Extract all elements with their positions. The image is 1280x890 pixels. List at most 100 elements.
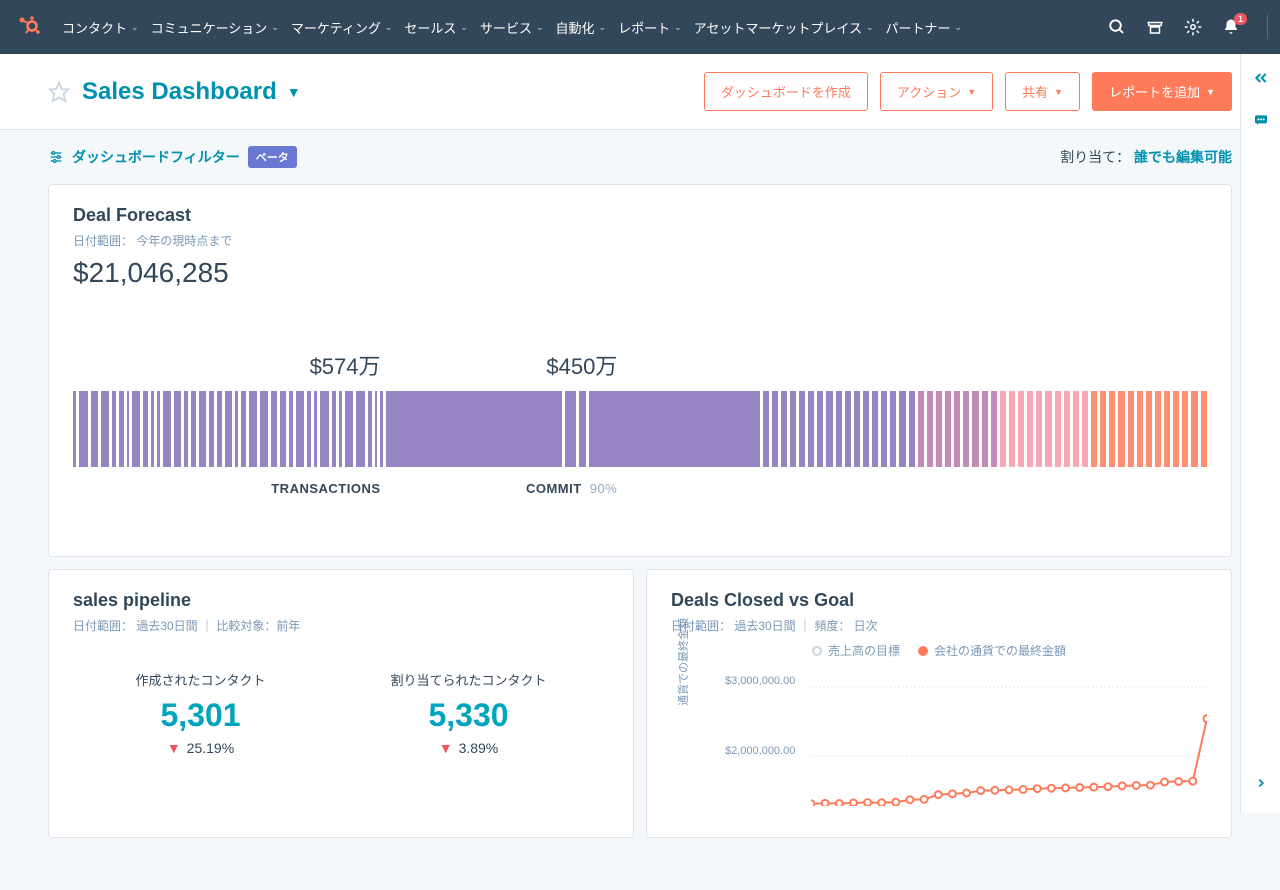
chart-tick: $2,000,000.00	[725, 745, 795, 757]
nav-item-label: レポート	[618, 18, 670, 37]
chevron-down-icon: ▼	[287, 84, 301, 100]
page-title-text: Sales Dashboard	[82, 78, 277, 106]
chevron-down-icon: ⌄	[955, 22, 963, 33]
nav-item-label: コンタクト	[62, 18, 127, 37]
segment1-label: TRANSACTIONS	[73, 481, 391, 496]
legend-dot-icon	[812, 646, 822, 656]
card-title: sales pipeline	[73, 590, 609, 611]
chevron-down-icon: ⌄	[599, 22, 607, 33]
settings-icon[interactable]	[1183, 17, 1203, 37]
down-arrow-icon: ▼	[167, 740, 181, 756]
sales-pipeline-card: sales pipeline 日付範囲： 過去30日間 ｜ 比較対象：前年 作成…	[48, 569, 634, 838]
share-button[interactable]: 共有 ▼	[1005, 72, 1080, 111]
hubspot-logo[interactable]	[12, 11, 44, 43]
chart-ylabel: 通貨での最終金額	[675, 618, 691, 706]
notifications-icon[interactable]: 1	[1221, 17, 1241, 37]
chart-legend: 売上高の目標 会社の通貨での最終金額	[671, 642, 1207, 659]
chart-svg	[811, 677, 1207, 806]
content-area: Deal Forecast 日付範囲： 今年の現時点まで $21,046,285…	[0, 184, 1280, 890]
legend2-label: 会社の通貨での最終金額	[934, 642, 1066, 659]
metric-label: 割り当てられたコンタクト	[390, 670, 546, 689]
chat-icon[interactable]	[1251, 110, 1271, 130]
chevron-down-icon: ⌄	[536, 22, 544, 33]
forecast-total: $21,046,285	[73, 257, 1207, 289]
nav-item-8[interactable]: パートナー ⌄	[880, 10, 969, 45]
nav-item-6[interactable]: レポート ⌄	[612, 10, 688, 45]
chevron-down-icon: ⌄	[460, 22, 468, 33]
nav-item-label: 自動化	[556, 18, 595, 37]
card-title: Deal Forecast	[73, 205, 1207, 226]
nav-item-label: セールス	[404, 18, 456, 37]
filter-label: ダッシュボードフィルター	[72, 147, 240, 167]
card-subtitle: 日付範囲： 過去30日間 ｜ 比較対象：前年	[73, 617, 609, 634]
segment2-value: $450万	[391, 349, 618, 381]
chevron-down-icon: ⌄	[131, 22, 139, 33]
deal-forecast-card: Deal Forecast 日付範囲： 今年の現時点まで $21,046,285…	[48, 184, 1232, 557]
nav-item-4[interactable]: サービス ⌄	[474, 10, 550, 45]
nav-separator	[1267, 15, 1268, 39]
card-subtitle: 日付範囲： 今年の現時点まで	[73, 232, 1207, 249]
metric-value: 5,330	[390, 697, 546, 734]
nav-item-label: マーケティング	[291, 18, 381, 37]
notification-badge: 1	[1234, 13, 1247, 25]
pipeline-metric-1: 割り当てられたコンタクト 5,330 ▼3.89%	[390, 670, 546, 756]
forecast-chart: $574万 $450万 TRANSACTIONS COMMIT 90%	[73, 349, 1207, 496]
assign-label: 割り当て：	[1060, 149, 1130, 165]
top-nav: コンタクト⌄コミュニケーション⌄マーケティング⌄セールス⌄サービス⌄自動化⌄レポ…	[0, 0, 1280, 54]
legend-item-amount[interactable]: 会社の通貨での最終金額	[918, 642, 1066, 659]
assignment-info: 割り当て： 誰でも編集可能	[1060, 147, 1232, 167]
legend-item-goal[interactable]: 売上高の目標	[812, 642, 900, 659]
legend1-label: 売上高の目標	[828, 642, 900, 659]
pipeline-metric-0: 作成されたコンタクト 5,301 ▼25.19%	[135, 670, 265, 756]
nav-item-label: パートナー	[886, 18, 951, 37]
nav-item-label: アセットマーケットプレイス	[694, 18, 862, 37]
chevron-down-icon: ⌄	[866, 22, 874, 33]
dashboard-title-dropdown[interactable]: Sales Dashboard ▼	[82, 78, 301, 106]
chart-tick: $3,000,000.00	[725, 675, 795, 687]
nav-item-0[interactable]: コンタクト ⌄	[56, 10, 145, 45]
nav-item-label: サービス	[480, 18, 532, 37]
dashboard-filter-link[interactable]: ダッシュボードフィルター	[48, 147, 240, 167]
expand-rail-icon[interactable]	[1251, 773, 1271, 793]
card-title: Deals Closed vs Goal	[671, 590, 1207, 611]
right-rail	[1240, 54, 1280, 813]
chevron-down-icon: ⌄	[385, 22, 393, 33]
chevron-down-icon: ⌄	[271, 22, 279, 33]
segment2-label: COMMIT	[526, 481, 582, 496]
nav-item-3[interactable]: セールス ⌄	[398, 10, 474, 45]
filter-bar: ダッシュボードフィルター ベータ 割り当て： 誰でも編集可能	[0, 130, 1280, 184]
add-report-button[interactable]: レポートを追加 ▼	[1092, 72, 1232, 111]
down-arrow-icon: ▼	[439, 740, 453, 756]
metric-value: 5,301	[135, 697, 265, 734]
metric-change: ▼3.89%	[390, 740, 546, 756]
actions-button[interactable]: アクション▼	[880, 72, 993, 111]
add-report-label: レポートを追加	[1109, 82, 1200, 101]
marketplace-icon[interactable]	[1145, 17, 1165, 37]
segment1-value: $574万	[73, 349, 391, 381]
page-header: Sales Dashboard ▼ ダッシュボードを作成 アクション▼ 共有▼ …	[0, 54, 1280, 130]
metric-change: ▼25.19%	[135, 740, 265, 756]
share-label: 共有	[1022, 82, 1048, 101]
nav-item-1[interactable]: コミュニケーション⌄	[145, 10, 285, 45]
line-chart: 通貨での最終金額 $3,000,000.00 $2,000,000.00	[701, 667, 1207, 817]
search-icon[interactable]	[1107, 17, 1127, 37]
nav-item-label: コミュニケーション	[151, 18, 268, 37]
assign-link[interactable]: 誰でも編集可能	[1134, 149, 1232, 165]
nav-item-7[interactable]: アセットマーケットプレイス ⌄	[688, 10, 880, 45]
nav-item-5[interactable]: 自動化 ⌄	[550, 10, 613, 45]
chevron-down-icon: ⌄	[674, 22, 682, 33]
favorite-star-icon[interactable]	[48, 81, 70, 103]
filter-icon	[48, 149, 64, 165]
actions-label: アクション	[897, 82, 961, 101]
collapse-rail-icon[interactable]	[1251, 68, 1271, 88]
create-dashboard-button[interactable]: ダッシュボードを作成	[704, 72, 868, 111]
legend-dot-icon	[918, 646, 928, 656]
chevron-down-icon: ▼	[1206, 87, 1215, 97]
segment2-pct: 90%	[590, 481, 618, 496]
beta-badge: ベータ	[248, 146, 297, 168]
metric-label: 作成されたコンタクト	[135, 670, 265, 689]
chevron-down-icon: ▼	[1054, 87, 1063, 97]
nav-item-2[interactable]: マーケティング ⌄	[285, 10, 399, 45]
deals-closed-card: Deals Closed vs Goal 日付範囲： 過去30日間 ｜ 頻度： …	[646, 569, 1232, 838]
card-subtitle: 日付範囲： 過去30日間 ｜ 頻度： 日次	[671, 617, 1207, 634]
